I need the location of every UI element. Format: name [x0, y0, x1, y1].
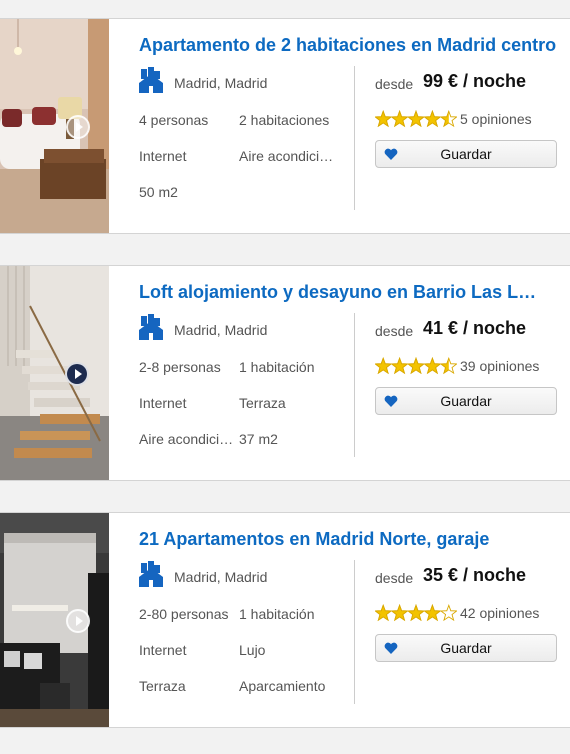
feature-internet: Internet	[139, 642, 187, 658]
listing-location: Madrid, Madrid	[174, 569, 268, 585]
listing-location: Madrid, Madrid	[174, 322, 268, 338]
feature-size: 50 m2	[139, 184, 178, 200]
rating-stars	[375, 110, 457, 128]
house-building-icon	[139, 314, 163, 340]
reviews-link[interactable]: 42 opiniones	[460, 605, 539, 621]
feature-rooms: 1 habitación	[239, 359, 315, 375]
listing-title[interactable]: 21 Apartamentos en Madrid Norte, garaje	[139, 529, 559, 550]
rating-stars	[375, 604, 457, 622]
star-fill-icon	[391, 604, 409, 622]
reviews-link[interactable]: 5 opiniones	[460, 111, 532, 127]
star-fill-icon	[407, 357, 425, 375]
column-divider	[354, 560, 355, 704]
video-play-icon[interactable]	[65, 362, 89, 386]
column-divider	[354, 313, 355, 457]
star-fill-icon	[407, 110, 425, 128]
feature-capacity: 4 personas	[139, 112, 209, 128]
feature-luxury: Lujo	[239, 642, 266, 658]
price-prefix: desde	[375, 570, 414, 586]
star-fill-icon	[423, 110, 441, 128]
listing-card[interactable]: 21 Apartamentos en Madrid Norte, garaje …	[0, 512, 570, 728]
feature-terrace: Terraza	[139, 678, 186, 694]
star-fill-icon	[423, 604, 441, 622]
listing-photo[interactable]	[0, 19, 109, 233]
star-icon	[439, 604, 457, 622]
save-button[interactable]: Guardar	[375, 387, 557, 415]
listing-photo[interactable]	[0, 513, 109, 727]
save-button-label: Guardar	[440, 640, 492, 656]
feature-parking: Aparcamiento	[239, 678, 326, 694]
reviews-link[interactable]: 39 opiniones	[460, 358, 539, 374]
price-value: 35 € / noche	[423, 565, 527, 585]
feature-rooms: 1 habitación	[239, 606, 315, 622]
feature-aircon: Aire acondicionado	[139, 431, 236, 447]
video-play-icon[interactable]	[66, 609, 90, 633]
video-play-icon[interactable]	[66, 115, 90, 139]
rating-stars	[375, 357, 457, 375]
feature-capacity: 2-8 personas	[139, 359, 221, 375]
star-fill-icon	[375, 357, 392, 375]
feature-aircon: Aire acondicionado	[239, 148, 336, 164]
feature-size: 37 m2	[239, 431, 278, 447]
save-button[interactable]: Guardar	[375, 140, 557, 168]
feature-terrace: Terraza	[239, 395, 286, 411]
star-fill-icon	[375, 110, 392, 128]
listing-location: Madrid, Madrid	[174, 75, 268, 91]
star-fill-icon	[391, 357, 409, 375]
price-value: 41 € / noche	[423, 318, 527, 338]
feature-internet: Internet	[139, 148, 187, 164]
house-building-icon	[139, 67, 163, 93]
save-button-label: Guardar	[440, 393, 492, 409]
save-button-label: Guardar	[440, 146, 492, 162]
listing-title[interactable]: Loft alojamiento y desayuno en Barrio La…	[139, 282, 545, 303]
feature-rooms: 2 habitaciones	[239, 112, 330, 128]
price-prefix: desde	[375, 76, 414, 92]
listing-photo[interactable]	[0, 266, 109, 480]
star-fill-icon	[407, 604, 425, 622]
listing-title[interactable]: Apartamento de 2 habitaciones en Madrid …	[139, 35, 559, 56]
listing-card[interactable]: Apartamento de 2 habitaciones en Madrid …	[0, 18, 570, 234]
column-divider	[354, 66, 355, 210]
feature-capacity: 2-80 personas	[139, 606, 229, 622]
price-prefix: desde	[375, 323, 414, 339]
save-button[interactable]: Guardar	[375, 634, 557, 662]
feature-internet: Internet	[139, 395, 187, 411]
listing-card[interactable]: Loft alojamiento y desayuno en Barrio La…	[0, 265, 570, 481]
star-fill-icon	[391, 110, 409, 128]
star-fill-icon	[423, 357, 441, 375]
house-building-icon	[139, 561, 163, 587]
price-value: 99 € / noche	[423, 71, 527, 91]
star-fill-icon	[375, 604, 392, 622]
